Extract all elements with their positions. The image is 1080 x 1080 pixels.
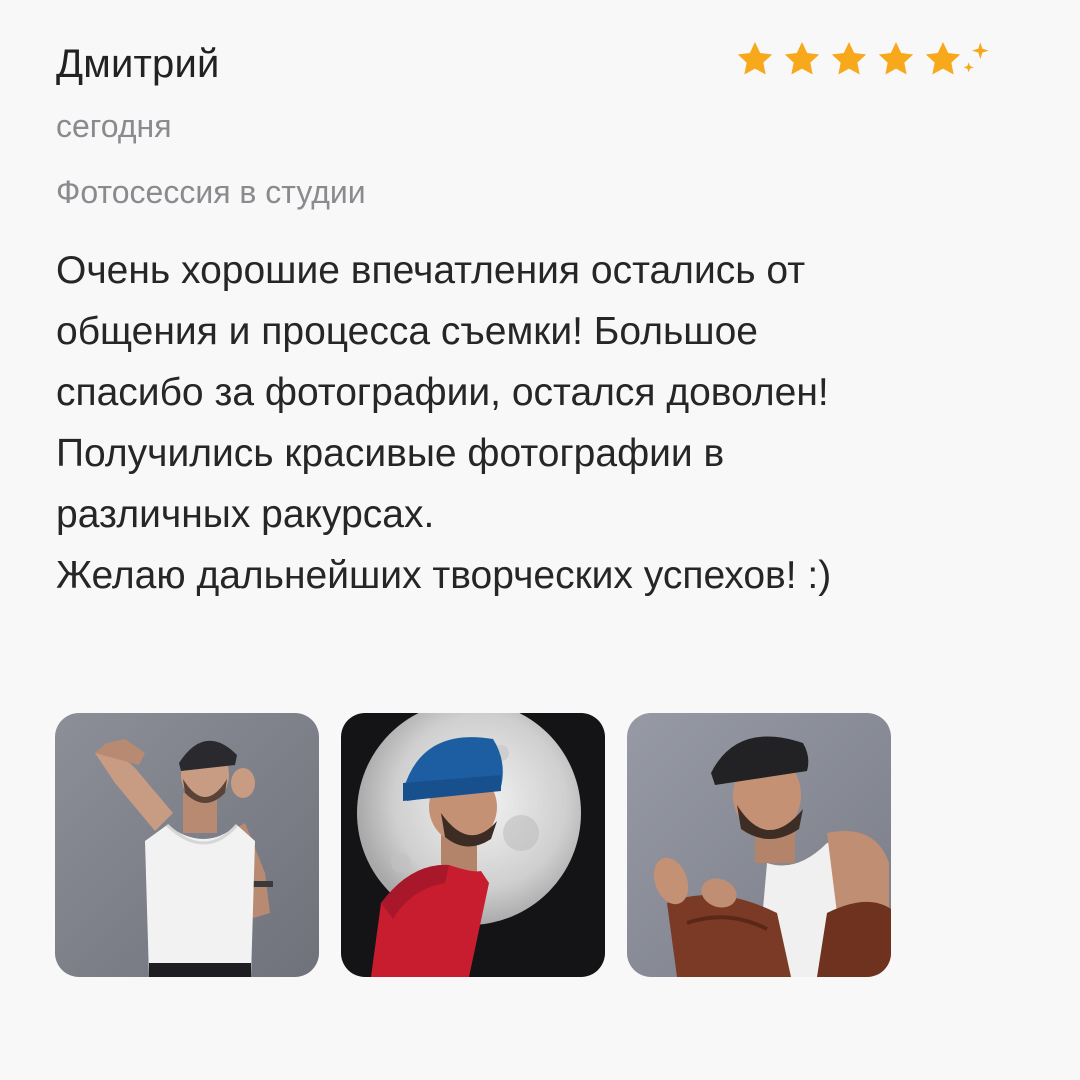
review-text-line: спасибо за фотографии, остался доволен! [56, 371, 829, 414]
review-text: Очень хорошие впечатления остались от об… [56, 240, 1016, 606]
star-icon [737, 42, 773, 75]
review-photo-1[interactable] [55, 713, 319, 977]
review-photo-2[interactable] [341, 713, 605, 977]
rating-stars [735, 36, 992, 82]
review-text-line: Желаю дальнейших творческих успехов! :) [56, 554, 832, 597]
review-text-line: Очень хорошие впечатления остались от [56, 249, 806, 292]
star-icon [831, 42, 867, 75]
review-text-line: Получились красивые фотографии в [56, 432, 725, 475]
review-photos [55, 713, 913, 977]
photo-man-blue-beanie-moon-icon [341, 713, 605, 977]
photo-man-brown-jacket-icon [627, 713, 891, 977]
review-text-line: различных ракурсах. [56, 493, 435, 536]
star-icon [784, 42, 820, 75]
star-icon [878, 42, 914, 75]
photo-man-white-tank-top-icon [55, 713, 319, 977]
service-name: Фотосессия в студии [56, 174, 366, 210]
star-icon [925, 42, 961, 75]
review-photo-3[interactable] [627, 713, 891, 977]
review-date: сегодня [56, 108, 172, 144]
review-card: Дмитрий сегодня Фотосессия в студии Очен… [0, 0, 1080, 1080]
review-text-line: общения и процесса съемки! Большое [56, 310, 758, 353]
author-name: Дмитрий [56, 42, 220, 86]
sparkle-icon [963, 42, 989, 73]
